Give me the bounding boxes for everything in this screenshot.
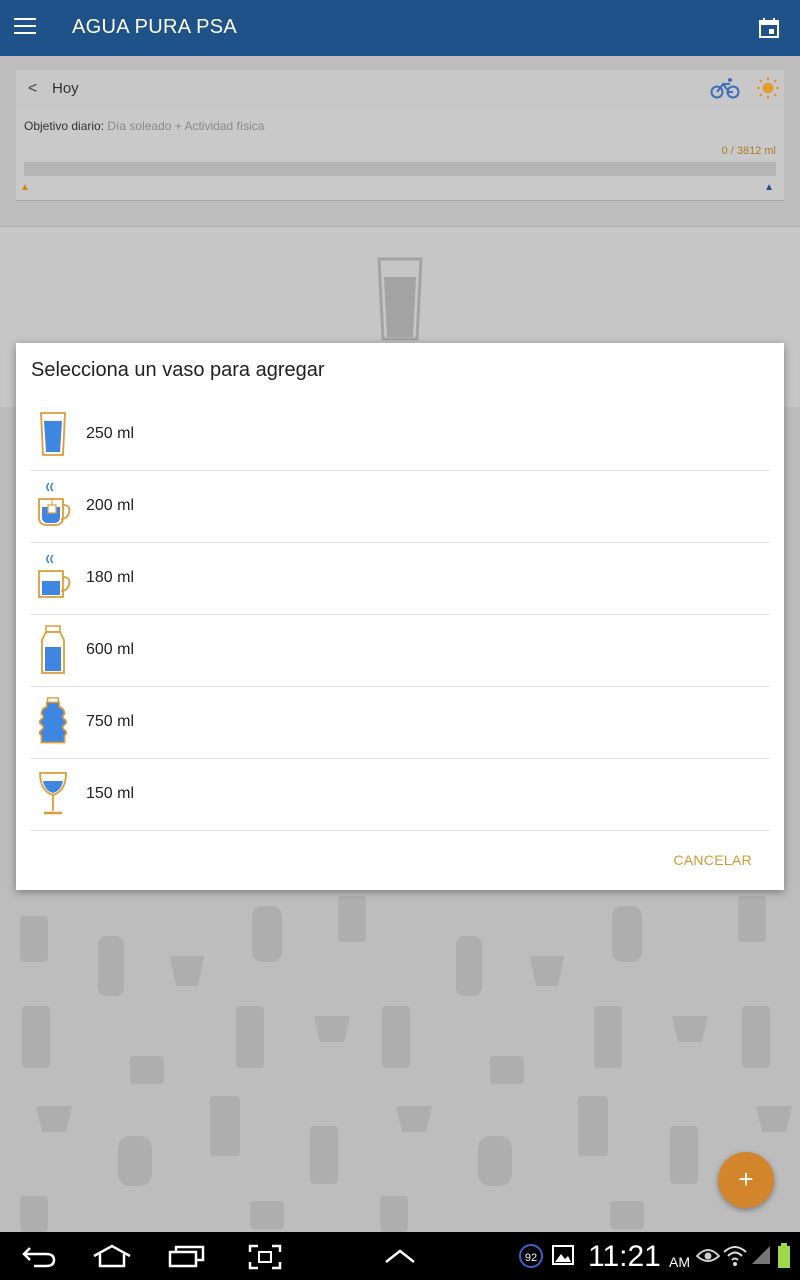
glass-icon (377, 257, 423, 341)
goal-label: Objetivo diario: (24, 119, 105, 133)
gallery-icon (552, 1245, 574, 1265)
option-750ml[interactable]: 750 ml (31, 687, 769, 759)
option-label: 150 ml (86, 785, 135, 802)
calendar-icon[interactable] (758, 17, 780, 39)
signal-icon (752, 1246, 770, 1264)
back-icon[interactable] (22, 1244, 56, 1268)
wine-glass-icon (39, 772, 67, 815)
dialog-title: Selecciona un vaso para agregar (31, 359, 325, 381)
recent-apps-icon[interactable] (168, 1244, 206, 1268)
previous-day-button[interactable]: < (28, 80, 37, 98)
cancel-button[interactable]: CANCELAR (673, 852, 752, 868)
option-600ml[interactable]: 600 ml (31, 615, 769, 687)
menu-icon[interactable] (14, 18, 36, 38)
clock: 11:21 (588, 1240, 661, 1273)
glass-icon (40, 412, 66, 456)
bottle-icon (41, 625, 65, 674)
option-200ml[interactable]: 200 ml (31, 471, 769, 543)
eye-icon (696, 1249, 720, 1262)
battery-icon (778, 1243, 790, 1268)
option-250ml[interactable]: 250 ml (31, 399, 769, 471)
screenshot-icon[interactable] (248, 1244, 282, 1270)
chevron-up-icon[interactable] (384, 1248, 416, 1264)
system-bar: 92 11:21 AM (0, 1232, 800, 1280)
option-label: 600 ml (86, 641, 135, 658)
wifi-icon (723, 1246, 747, 1266)
goal-amount: 0 / 3812 ml (721, 145, 776, 157)
clock-ampm: AM (669, 1254, 690, 1270)
daily-goal-card: Objetivo diario: Día soleado + Actividad… (16, 110, 784, 201)
glass-options-list: 250 ml 200 ml 180 ml 600 ml 750 ml 150 m… (31, 399, 769, 831)
goal-progress-bar (24, 162, 776, 176)
app-title: AGUA PURA PSA (72, 16, 238, 38)
goal-label-row: Objetivo diario: Día soleado + Actividad… (24, 119, 264, 133)
sun-icon[interactable] (756, 76, 780, 100)
option-label: 250 ml (86, 425, 135, 442)
goal-max-marker-icon: ▲ (764, 182, 774, 193)
add-drink-button[interactable]: + (718, 1152, 774, 1208)
bicycle-icon[interactable] (710, 76, 740, 100)
large-bottle-icon (38, 697, 68, 744)
goal-min-marker-icon: ▲ (20, 182, 30, 193)
notification-badge[interactable]: 92 (519, 1244, 543, 1268)
app-bar: AGUA PURA PSA (0, 0, 800, 56)
select-glass-dialog: Selecciona un vaso para agregar 250 ml 2… (16, 343, 784, 890)
option-150ml[interactable]: 150 ml (31, 759, 769, 831)
home-icon[interactable] (92, 1244, 132, 1268)
day-label: Hoy (52, 80, 79, 97)
option-label: 750 ml (86, 713, 135, 730)
option-180ml[interactable]: 180 ml (31, 543, 769, 615)
tea-cup-icon (38, 482, 71, 526)
mug-icon (38, 554, 71, 598)
option-label: 200 ml (86, 497, 135, 514)
goal-value: Día soleado + Actividad física (107, 119, 265, 133)
option-label: 180 ml (86, 569, 135, 586)
